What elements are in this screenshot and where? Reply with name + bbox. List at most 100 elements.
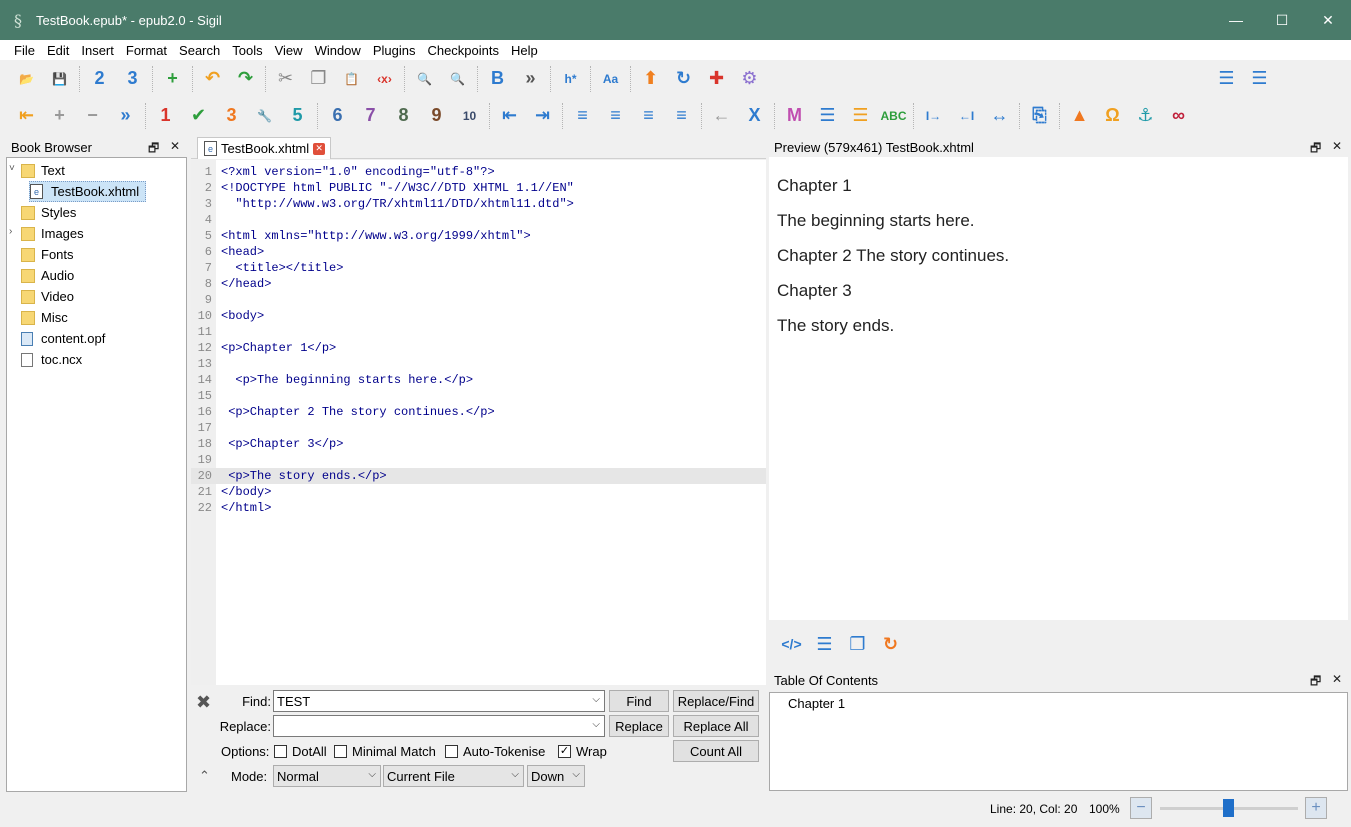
replace-input[interactable]: ⌵: [273, 715, 605, 737]
option-dotall-checkbox[interactable]: DotAll: [274, 744, 327, 759]
settings-button[interactable]: ⚙: [733, 64, 766, 94]
tree-item-toc-ncx[interactable]: toc.ncx: [21, 349, 82, 370]
epub3-button[interactable]: 3: [116, 64, 149, 94]
copy-preview-button[interactable]: ❐: [841, 630, 874, 658]
menu-edit[interactable]: Edit: [41, 43, 75, 58]
align-justify-button[interactable]: ≡: [665, 101, 698, 131]
mode-select[interactable]: Normal ⌵: [273, 765, 381, 787]
close-toc-icon[interactable]: ✕: [1332, 672, 1342, 686]
find-history-dropdown-icon[interactable]: ⌵: [592, 694, 600, 705]
direction-select[interactable]: Down ⌵: [527, 765, 585, 787]
merge-button[interactable]: »: [109, 101, 142, 131]
replace-button[interactable]: Replace: [609, 715, 669, 737]
close-window-button[interactable]: ✕: [1305, 0, 1351, 40]
more-button[interactable]: »: [514, 64, 547, 94]
tree-item-audio[interactable]: Audio: [21, 265, 74, 286]
plugin-6-button[interactable]: 6: [321, 101, 354, 131]
omega-button[interactable]: Ω: [1096, 101, 1129, 131]
spellcheck-button[interactable]: ABC: [877, 101, 910, 131]
search-heart-button[interactable]: 🔍: [441, 64, 474, 94]
page-break-button[interactable]: ⎘: [1023, 101, 1056, 131]
collapse-find-icon[interactable]: ⌃: [199, 768, 210, 784]
option-wrap-checkbox[interactable]: ✓ Wrap: [558, 744, 607, 759]
cursor-split-button[interactable]: ↔: [983, 101, 1016, 131]
minimize-button[interactable]: —: [1213, 0, 1259, 40]
float-toc-icon[interactable]: 🗗: [1310, 672, 1321, 693]
count-all-button[interactable]: Count All: [673, 740, 759, 762]
epub2-button[interactable]: 2: [83, 64, 116, 94]
insert-plus-button[interactable]: +: [43, 101, 76, 131]
bold-button[interactable]: B: [481, 64, 514, 94]
tree-item-video[interactable]: Video: [21, 286, 74, 307]
scope-select[interactable]: Current File ⌵: [383, 765, 524, 787]
preview-content[interactable]: Chapter 1 The beginning starts here. Chapt…: [769, 157, 1348, 620]
collapsed-arrow-icon[interactable]: ›: [9, 226, 12, 237]
align-right-button[interactable]: ≡: [632, 101, 665, 131]
code-view-button[interactable]: </>: [775, 630, 808, 658]
case-button[interactable]: Aa: [594, 64, 627, 94]
clear-tags-button[interactable]: ‹x›: [368, 64, 401, 94]
insert-minus-button[interactable]: −: [76, 101, 109, 131]
back-arrow-button[interactable]: ←: [705, 101, 738, 131]
plugin-10-button[interactable]: 10: [453, 101, 486, 131]
replace-all-button[interactable]: Replace All: [673, 715, 759, 737]
tree-item-styles[interactable]: Styles: [21, 202, 76, 223]
tree-item-text[interactable]: Text: [21, 160, 65, 181]
close-preview-icon[interactable]: ✕: [1332, 139, 1342, 153]
validate-button[interactable]: ✔: [182, 101, 215, 131]
menu-view[interactable]: View: [269, 43, 309, 58]
tree-item-fonts[interactable]: Fonts: [21, 244, 74, 265]
replace-find-button[interactable]: Replace/Find: [673, 690, 759, 712]
align-left-button[interactable]: ≡: [566, 101, 599, 131]
close-tab-icon[interactable]: ✕: [313, 142, 326, 155]
copy-button[interactable]: ❐: [302, 64, 335, 94]
align-center-button[interactable]: ≡: [599, 101, 632, 131]
open-folder-button[interactable]: 📂: [10, 64, 43, 94]
plugin-8-button[interactable]: 8: [387, 101, 420, 131]
split-button[interactable]: ✚: [700, 64, 733, 94]
search-button[interactable]: 🔍: [408, 64, 441, 94]
heading-button[interactable]: h*: [554, 64, 587, 94]
menu-insert[interactable]: Insert: [75, 43, 120, 58]
plugin-5-button[interactable]: 5: [281, 101, 314, 131]
select-all-button[interactable]: ☰: [808, 630, 841, 658]
cursor-right-button[interactable]: I→: [917, 101, 950, 131]
cut-button[interactable]: ✂: [269, 64, 302, 94]
tab-testbook-xhtml[interactable]: e TestBook.xhtml ✕: [197, 137, 331, 159]
replace-history-dropdown-icon[interactable]: ⌵: [592, 719, 600, 730]
image-button[interactable]: ▲: [1063, 101, 1096, 131]
numbered-list-button[interactable]: ☰: [1243, 63, 1276, 93]
reload-button[interactable]: ↻: [874, 630, 907, 658]
zoom-in-button[interactable]: +: [1305, 797, 1327, 819]
plugin-3-button[interactable]: 3: [215, 101, 248, 131]
x-button[interactable]: X: [738, 101, 771, 131]
tree-item-misc[interactable]: Misc: [21, 307, 68, 328]
link-button[interactable]: ∞: [1162, 101, 1195, 131]
refresh-button[interactable]: ↻: [667, 64, 700, 94]
zoom-out-button[interactable]: −: [1130, 797, 1152, 819]
menu-plugins[interactable]: Plugins: [367, 43, 422, 58]
menu-tools[interactable]: Tools: [226, 43, 268, 58]
toc-entry[interactable]: Chapter 1: [788, 696, 845, 711]
menu-help[interactable]: Help: [505, 43, 544, 58]
anchor-button[interactable]: ⚓: [1129, 101, 1162, 131]
find-input[interactable]: TEST ⌵: [273, 690, 605, 712]
menu-file[interactable]: File: [8, 43, 41, 58]
plugin-7-button[interactable]: 7: [354, 101, 387, 131]
expand-arrow-icon[interactable]: ˅: [9, 163, 15, 174]
save-button[interactable]: 💾: [43, 64, 76, 94]
undo-button[interactable]: ↶: [196, 64, 229, 94]
close-find-icon[interactable]: ✖: [196, 692, 211, 713]
metadata-button[interactable]: M: [778, 101, 811, 131]
close-panel-icon[interactable]: ✕: [170, 139, 180, 153]
bullet-list-button[interactable]: ☰: [1210, 63, 1243, 93]
cursor-left-button[interactable]: ←I: [950, 101, 983, 131]
tree-item-images[interactable]: Images: [21, 223, 84, 244]
wrench-button[interactable]: 🔧: [248, 101, 281, 131]
indent-button[interactable]: ⇥: [526, 101, 559, 131]
plugin-1-button[interactable]: 1: [149, 101, 182, 131]
outdent-button[interactable]: ⇤: [493, 101, 526, 131]
zoom-slider-thumb[interactable]: [1223, 799, 1234, 817]
paste-button[interactable]: 📋: [335, 64, 368, 94]
insert-before-button[interactable]: ⇤: [10, 101, 43, 131]
